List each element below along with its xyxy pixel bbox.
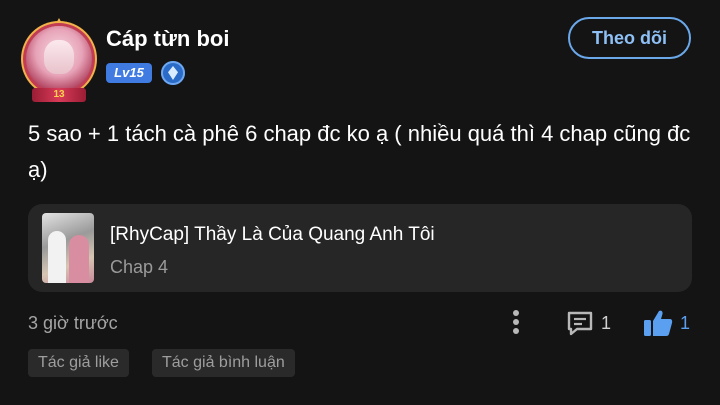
cover-figure [48,231,66,283]
username[interactable]: Cáp từn boi [106,26,229,52]
reply-count: 1 [601,313,612,333]
avatar[interactable]: 13 [22,18,96,102]
tag-author-liked: Tác giả like [28,349,129,377]
more-vertical-icon[interactable] [511,310,521,336]
avatar-ribbon: 13 [32,88,86,102]
thumbs-up-icon[interactable] [643,309,673,337]
avatar-image [44,40,74,74]
manga-cover-image [42,213,94,283]
comment-icon[interactable] [566,310,594,336]
rank-gem-icon [161,61,185,85]
manga-title: [RhyCap] Thầy Là Của Quang Anh Tôi [110,224,435,245]
follow-button[interactable]: Theo dõi [568,17,691,59]
manga-card[interactable]: [RhyCap] Thầy Là Của Quang Anh Tôi Chap … [28,204,692,292]
comment-text: 5 sao + 1 tách cà phê 6 chap đc ko ạ ( n… [28,121,691,182]
manga-chapter: Chap 4 [110,257,169,277]
like-count: 1 [680,313,691,333]
cover-figure [69,235,89,283]
tag-author-commented: Tác giả bình luận [152,349,295,377]
level-badge: Lv15 [106,63,152,83]
comment-timestamp: 3 giờ trước [28,313,118,333]
